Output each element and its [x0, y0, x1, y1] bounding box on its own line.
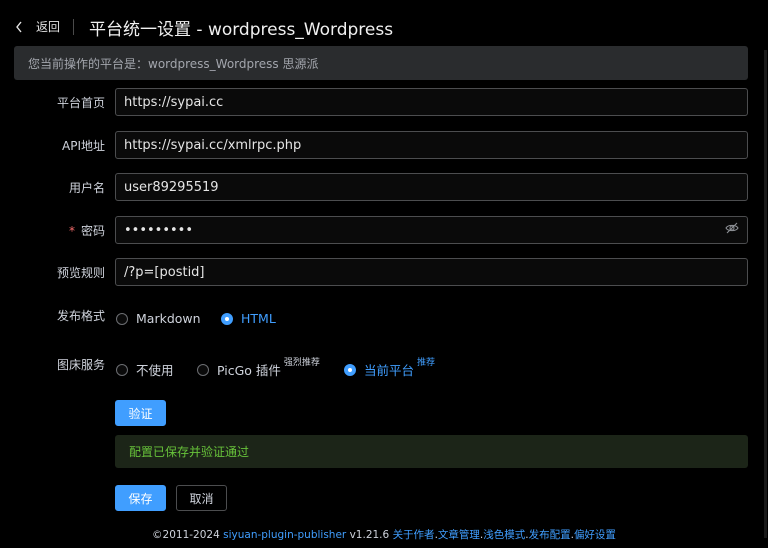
- form-row-preview: 预览规则: [0, 258, 768, 286]
- chevron-left-icon: [14, 20, 24, 34]
- save-button[interactable]: 保存: [115, 485, 166, 511]
- footer-link-preferences[interactable]: 偏好设置: [574, 529, 616, 541]
- password-input[interactable]: [115, 216, 748, 244]
- copyright: ©2011-2024: [152, 529, 220, 541]
- cancel-button[interactable]: 取消: [176, 485, 227, 511]
- success-alert: 配置已保存并验证通过: [115, 435, 748, 468]
- password-label-wrap: * 密码: [69, 222, 105, 239]
- radio-markdown[interactable]: Markdown: [116, 311, 201, 326]
- home-url-input[interactable]: [115, 88, 748, 116]
- current-platform-recommend-tag: 推荐: [417, 358, 436, 368]
- radio-current-platform[interactable]: 当前平台推荐: [344, 358, 436, 379]
- form-row-home: 平台首页: [0, 88, 768, 116]
- picgo-recommend-tag: 强烈推荐: [283, 358, 320, 368]
- footer-link-publish-config[interactable]: 发布配置: [529, 529, 571, 541]
- radio-circle-checked: [344, 363, 356, 376]
- radio-no-picbed[interactable]: 不使用: [116, 360, 174, 379]
- footer-link-articles[interactable]: 文章管理: [438, 529, 480, 541]
- radio-picgo-label: PicGo 插件强烈推荐: [217, 358, 320, 379]
- verify-button[interactable]: 验证: [115, 400, 166, 426]
- username-input[interactable]: [115, 173, 748, 201]
- api-label: API地址: [62, 138, 105, 153]
- api-url-input[interactable]: [115, 131, 748, 159]
- format-label: 发布格式: [56, 308, 105, 323]
- plugin-link[interactable]: siyuan-plugin-publisher: [223, 529, 346, 541]
- back-label: 返回: [36, 20, 61, 34]
- footer-link-about[interactable]: 关于作者: [393, 529, 435, 541]
- form-row-username: 用户名: [0, 173, 768, 201]
- scrollbar[interactable]: [764, 50, 767, 538]
- form-row-password: * 密码: [0, 216, 768, 244]
- preview-label: 预览规则: [56, 265, 105, 280]
- required-mark: *: [68, 223, 75, 238]
- page-title: 平台统一设置 - wordpress_Wordpress: [89, 20, 394, 40]
- preview-rule-input[interactable]: [115, 258, 748, 286]
- radio-html-label: HTML: [241, 311, 276, 326]
- home-label: 平台首页: [56, 95, 105, 110]
- radio-markdown-label: Markdown: [136, 311, 201, 326]
- radio-html[interactable]: HTML: [221, 311, 276, 326]
- version: v1.21.6: [349, 529, 390, 541]
- username-label: 用户名: [68, 180, 105, 195]
- radio-no-picbed-label: 不使用: [136, 363, 174, 378]
- radio-circle-checked: [221, 312, 233, 325]
- footer: ©2011-2024 siyuan-plugin-publisher v1.21…: [0, 527, 768, 542]
- radio-circle: [197, 363, 209, 376]
- radio-circle: [116, 363, 128, 376]
- current-platform-text: 当前平台: [364, 363, 415, 379]
- eye-off-icon[interactable]: [725, 221, 739, 239]
- back-button[interactable]: 返回: [14, 18, 60, 35]
- form-row-api: API地址: [0, 131, 768, 159]
- platform-notice: 您当前操作的平台是：wordpress_Wordpress 思源派: [14, 46, 748, 80]
- header-divider: [73, 19, 74, 35]
- footer-link-light-mode[interactable]: 浅色模式: [483, 529, 525, 541]
- radio-current-platform-label: 当前平台推荐: [364, 358, 436, 379]
- picgo-text: PicGo 插件: [217, 363, 281, 379]
- radio-picgo[interactable]: PicGo 插件强烈推荐: [197, 358, 320, 379]
- password-label: 密码: [80, 223, 105, 238]
- radio-circle: [116, 312, 128, 325]
- picbed-label: 图床服务: [56, 357, 105, 372]
